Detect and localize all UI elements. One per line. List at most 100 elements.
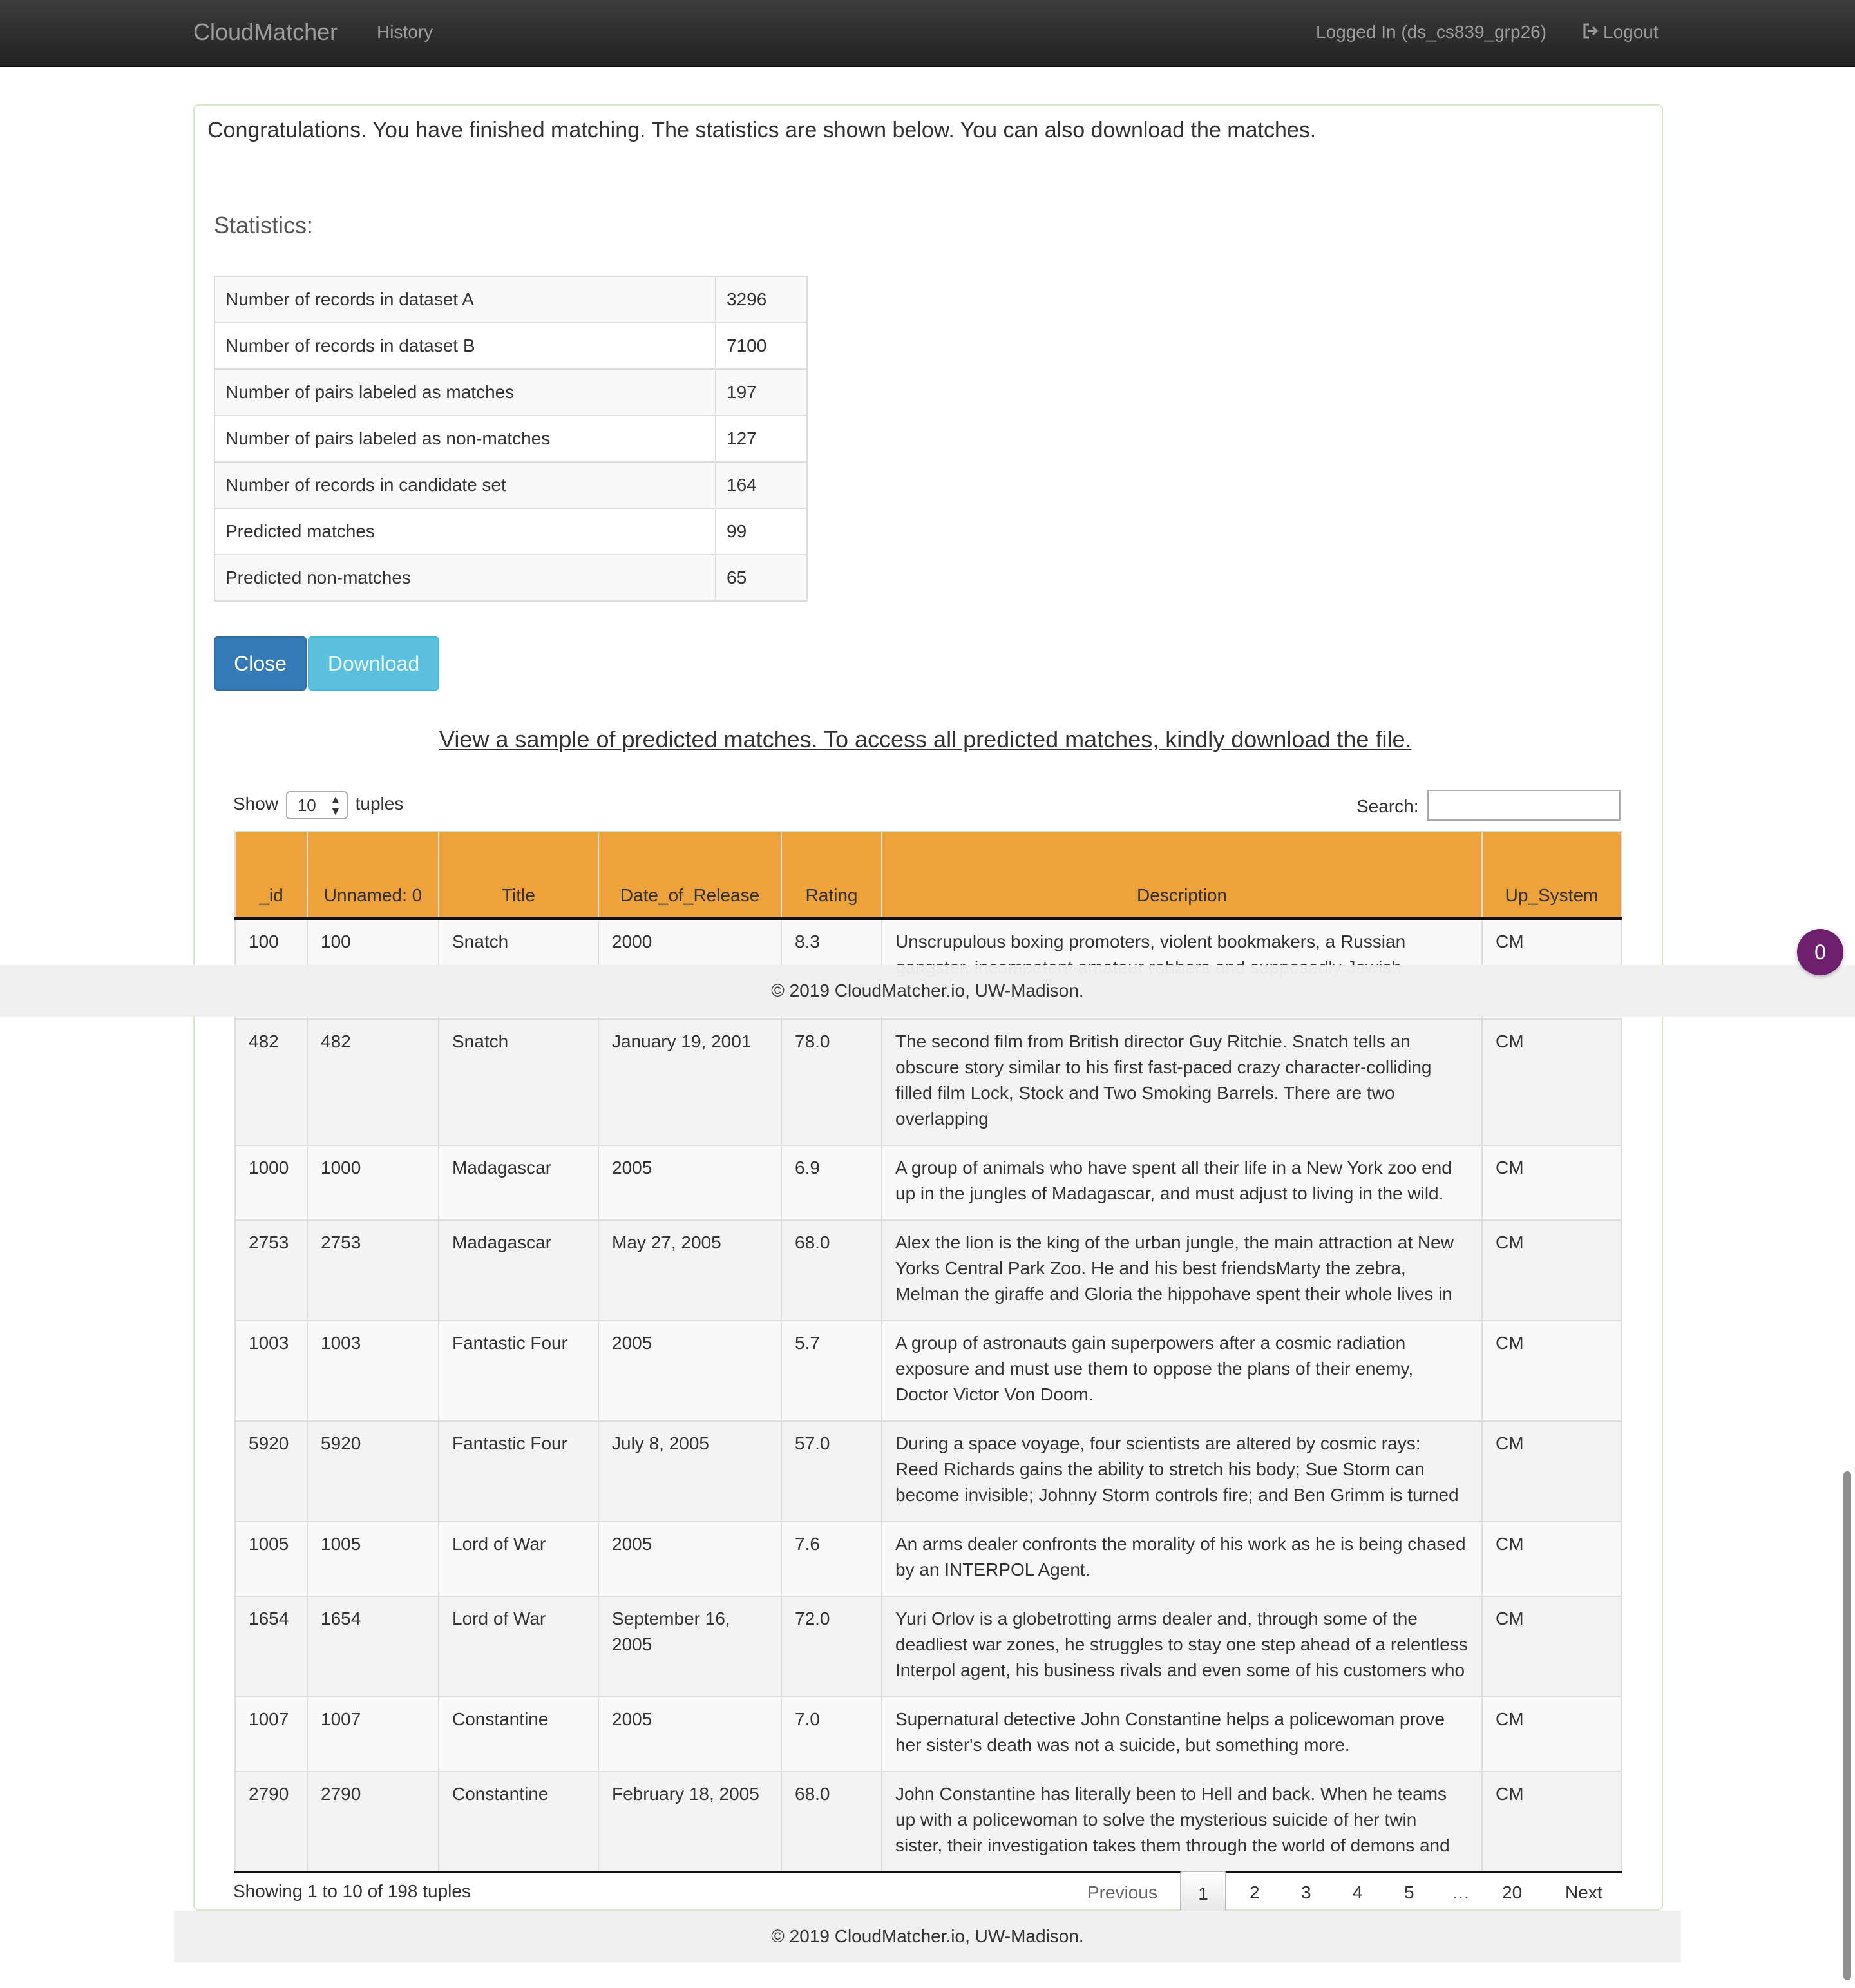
page-size-value: 10 xyxy=(297,795,316,815)
download-button[interactable]: Download xyxy=(308,636,439,691)
cell-date: 2005 xyxy=(598,1320,782,1422)
logged-in-user[interactable]: Logged In (ds_cs839_grp26) xyxy=(1316,19,1546,45)
cell-unnamed: 1003 xyxy=(307,1320,439,1422)
cell-id: 1007 xyxy=(234,1696,308,1772)
pagination-previous[interactable]: Previous xyxy=(1087,1871,1157,1915)
table-row: 1000 1000 Madagascar 2005 6.9 A group of… xyxy=(234,1145,1622,1221)
table-row: 1654 1654 Lord of War September 16, 2005… xyxy=(234,1596,1622,1697)
column-header-system[interactable]: Up_System xyxy=(1481,831,1622,920)
cell-title: Madagascar xyxy=(438,1145,599,1221)
table-row: 2753 2753 Madagascar May 27, 2005 68.0 A… xyxy=(234,1219,1622,1321)
brand-link[interactable]: CloudMatcher xyxy=(193,17,338,48)
stats-label: Predicted matches xyxy=(214,508,716,555)
stats-label: Number of records in dataset A xyxy=(214,276,716,323)
column-header-date[interactable]: Date_of_Release xyxy=(598,831,782,920)
column-header-description[interactable]: Description xyxy=(881,831,1483,920)
pagination-next[interactable]: Next xyxy=(1565,1871,1603,1915)
cell-date: September 16, 2005 xyxy=(598,1596,782,1697)
show-prefix: Show xyxy=(233,794,279,814)
pagination-ellipsis: … xyxy=(1452,1882,1470,1902)
description-text: Alex the lion is the king of the urban j… xyxy=(895,1232,1454,1304)
cell-description: During a space voyage, four scientists a… xyxy=(881,1420,1483,1522)
cell-title: Madagascar xyxy=(438,1219,599,1321)
cell-date: 2005 xyxy=(598,1696,782,1772)
cell-unnamed: 2753 xyxy=(307,1219,439,1321)
stats-value: 7100 xyxy=(715,322,808,370)
description-text: A group of astronauts gain superpowers a… xyxy=(895,1333,1414,1404)
cell-system: CM xyxy=(1481,1771,1622,1873)
sample-matches-link[interactable]: View a sample of predicted matches. To a… xyxy=(439,723,1411,756)
cell-description: Supernatural detective John Constantine … xyxy=(881,1696,1483,1772)
cell-unnamed: 1000 xyxy=(307,1145,439,1221)
history-link[interactable]: History xyxy=(377,19,433,45)
stats-label: Number of pairs labeled as matches xyxy=(214,368,716,416)
cell-unnamed: 1654 xyxy=(307,1596,439,1697)
cell-description: A group of astronauts gain superpowers a… xyxy=(881,1320,1483,1422)
cell-title: Fantastic Four xyxy=(438,1420,599,1522)
cell-id: 1005 xyxy=(234,1521,308,1597)
column-header-rating[interactable]: Rating xyxy=(781,831,882,920)
stats-value: 3296 xyxy=(715,276,808,323)
pagination-page-1[interactable]: 1 xyxy=(1180,1871,1226,1915)
cell-rating: 57.0 xyxy=(781,1420,882,1522)
scrollbar-thumb[interactable] xyxy=(1843,1471,1851,1980)
cell-system: CM xyxy=(1481,1018,1622,1146)
stats-row: Number of pairs labeled as matches 197 xyxy=(214,368,808,416)
cell-date: February 18, 2005 xyxy=(598,1771,782,1873)
close-button[interactable]: Close xyxy=(214,636,307,691)
page-footer: © 2019 CloudMatcher.io, UW-Madison. xyxy=(174,1911,1681,1962)
table-header-row: _id Unnamed: 0 Title Date_of_Release Rat… xyxy=(234,831,1622,920)
cell-rating: 72.0 xyxy=(781,1596,882,1697)
table-row: 2790 2790 Constantine February 18, 2005 … xyxy=(234,1771,1622,1873)
pagination-page-20[interactable]: 20 xyxy=(1502,1871,1522,1915)
pagination-page-5[interactable]: 5 xyxy=(1404,1871,1414,1915)
stats-row: Number of records in dataset A 3296 xyxy=(214,276,808,323)
logout-label: Logout xyxy=(1603,22,1659,42)
cell-id: 5920 xyxy=(234,1420,308,1522)
navbar: CloudMatcher History Logged In (ds_cs839… xyxy=(0,0,1855,67)
cell-rating: 78.0 xyxy=(781,1018,882,1146)
statistics-table: Number of records in dataset A 3296 Numbe… xyxy=(214,276,808,602)
cell-date: January 19, 2001 xyxy=(598,1018,782,1146)
cell-system: CM xyxy=(1481,1219,1622,1321)
column-header-title[interactable]: Title xyxy=(438,831,599,920)
table-row: 5920 5920 Fantastic Four July 8, 2005 57… xyxy=(234,1420,1622,1522)
cell-title: Fantastic Four xyxy=(438,1320,599,1422)
cell-title: Constantine xyxy=(438,1771,599,1873)
stats-row: Predicted non-matches 65 xyxy=(214,554,808,602)
description-text: During a space voyage, four scientists a… xyxy=(895,1433,1459,1505)
cell-id: 2753 xyxy=(234,1219,308,1321)
table-row: 1003 1003 Fantastic Four 2005 5.7 A grou… xyxy=(234,1320,1622,1422)
stats-row: Number of records in candidate set 164 xyxy=(214,461,808,509)
cell-system: CM xyxy=(1481,1320,1622,1422)
cell-description: Alex the lion is the king of the urban j… xyxy=(881,1219,1483,1321)
completion-message: Congratulations. You have finished match… xyxy=(207,118,1317,142)
pagination-page-2[interactable]: 2 xyxy=(1250,1871,1260,1915)
cell-date: 2005 xyxy=(598,1521,782,1597)
table-row: 482 482 Snatch January 19, 2001 78.0 The… xyxy=(234,1018,1622,1146)
notification-badge[interactable]: 0 xyxy=(1797,929,1843,975)
page-size-select[interactable]: 10 ▲ ▼ xyxy=(285,790,348,819)
select-arrows-icon: ▲ ▼ xyxy=(330,792,341,817)
cell-id: 1003 xyxy=(234,1320,308,1422)
description-text: The second film from British director Gu… xyxy=(895,1031,1432,1129)
cell-system: CM xyxy=(1481,1596,1622,1697)
cell-date: May 27, 2005 xyxy=(598,1219,782,1321)
cell-system: CM xyxy=(1481,1420,1622,1522)
stats-label: Number of records in candidate set xyxy=(214,461,716,509)
stats-row: Number of pairs labeled as non-matches 12… xyxy=(214,415,808,463)
stats-row: Predicted matches 99 xyxy=(214,508,808,555)
search-input[interactable] xyxy=(1427,790,1621,821)
show-suffix: tuples xyxy=(355,794,404,814)
cell-rating: 5.7 xyxy=(781,1320,882,1422)
column-header-id[interactable]: _id xyxy=(234,831,308,920)
cell-unnamed: 2790 xyxy=(307,1771,439,1873)
pagination-page-4[interactable]: 4 xyxy=(1353,1871,1363,1915)
column-header-unnamed[interactable]: Unnamed: 0 xyxy=(307,831,439,920)
pagination-page-3[interactable]: 3 xyxy=(1301,1871,1311,1915)
logout-icon xyxy=(1583,23,1599,39)
cell-date: 2005 xyxy=(598,1145,782,1221)
cell-title: Lord of War xyxy=(438,1596,599,1697)
logout-link[interactable]: Logout xyxy=(1581,19,1659,45)
sticky-footer: © 2019 CloudMatcher.io, UW-Madison. xyxy=(0,965,1855,1017)
